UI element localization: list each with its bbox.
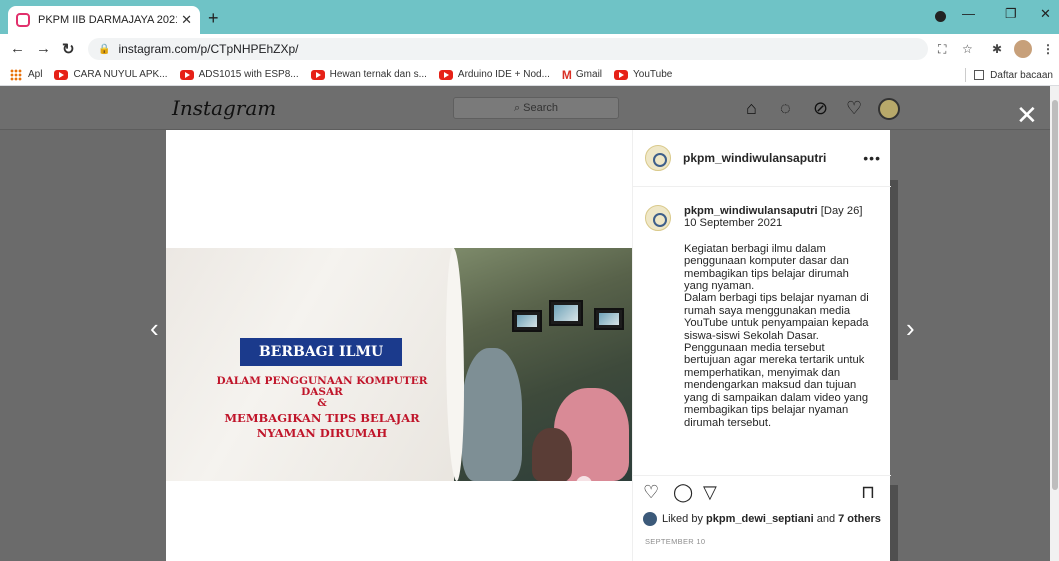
lock-icon: 🔒 <box>98 43 111 55</box>
caption-section: pkpm_windiwulansaputri [Day 26] 10 Septe… <box>633 187 891 477</box>
likes-summary[interactable]: Liked by pkpm_dewi_septiani and 7 others <box>643 512 881 526</box>
classroom-photo <box>454 248 632 481</box>
bookmark-cara-nuyul[interactable]: CARA NUYUL APK... <box>54 69 168 80</box>
chrome-profile-avatar[interactable] <box>1014 40 1032 58</box>
youtube-icon <box>54 69 69 80</box>
youtube-icon <box>310 69 325 80</box>
monitor <box>594 308 624 330</box>
close-window-icon[interactable]: ✕ <box>1040 6 1051 22</box>
post-actions: ♡ ◯ ▽ ⊓ Liked by pkpm_dewi_septiani and … <box>633 475 891 561</box>
explore-compass-icon[interactable]: ⊘ <box>813 98 828 119</box>
reading-list-icon <box>974 70 985 80</box>
liked-others[interactable]: 7 others <box>838 513 881 525</box>
next-post-icon[interactable]: › <box>906 313 915 344</box>
close-modal-icon[interactable]: ✕ <box>1016 100 1038 131</box>
messenger-icon[interactable]: ◌ <box>780 98 791 119</box>
liked-prefix: Liked by <box>662 513 703 525</box>
bookmark-arduino-ide[interactable]: Arduino IDE + Nod... <box>438 69 550 80</box>
bookmarks-bar: Apl CARA NUYUL APK... ADS1015 with ESP8.… <box>0 64 1059 86</box>
bookmark-label: Gmail <box>575 69 603 80</box>
poster-subtitle: & <box>317 397 327 409</box>
extensions-icon[interactable]: ✱ <box>992 42 1002 56</box>
caption-author-avatar[interactable] <box>645 205 671 231</box>
restore-icon[interactable]: ❐ <box>1005 6 1017 22</box>
post-image: BERBAGI ILMU DALAM PENGGUNAAN KOMPUTER D… <box>166 248 632 481</box>
reading-list[interactable]: Daftar bacaan <box>965 68 1053 82</box>
instagram-header: Instagram ⌕ Search ⌂ ◌ ⊘ ♡ <box>0 86 1050 130</box>
previous-post-icon[interactable]: ‹ <box>150 313 159 344</box>
save-bookmark-icon[interactable]: ⊓ <box>861 482 875 503</box>
poster-subtitle: MEMBAGIKAN TIPS BELAJAR <box>224 411 420 425</box>
profile-avatar[interactable] <box>878 98 900 120</box>
bookmark-youtube[interactable]: YouTube <box>614 69 672 80</box>
post-date: SEPTEMBER 10 <box>645 537 706 546</box>
author-username[interactable]: pkpm_windiwulansaputri <box>683 151 826 165</box>
bookmark-ads1015[interactable]: ADS1015 with ESP8... <box>179 69 299 80</box>
address-bar[interactable]: 🔒 instagram.com/p/CTpNHPEhZXp/ <box>88 38 928 60</box>
instagram-favicon-icon <box>16 13 30 27</box>
caption-username[interactable]: pkpm_windiwulansaputri <box>684 205 818 217</box>
caption-tag: [Day 26] <box>820 205 863 217</box>
monitor <box>549 300 583 326</box>
tab-title: PKPM IIB DARMAJAYA 2021 (@pk <box>38 14 177 26</box>
bookmark-label: ADS1015 with ESP8... <box>198 69 299 80</box>
bookmark-label: Apl <box>28 69 43 80</box>
back-icon[interactable]: ← <box>10 40 25 57</box>
person <box>532 428 572 481</box>
caption: pkpm_windiwulansaputri [Day 26] 10 Septe… <box>684 205 874 429</box>
author-avatar[interactable] <box>645 145 671 171</box>
bookmark-gmail[interactable]: M Gmail <box>562 68 602 82</box>
search-placeholder: Search <box>523 102 559 114</box>
new-tab-icon[interactable]: + <box>208 8 219 29</box>
post-details-panel: pkpm_windiwulansaputri ••• pkpm_windiwul… <box>632 130 891 561</box>
tab-strip: PKPM IIB DARMAJAYA 2021 (@pk ✕ + — ❐ ✕ <box>0 0 1059 34</box>
bookmark-label: Arduino IDE + Nod... <box>457 69 550 80</box>
bookmark-label: Hewan ternak dan s... <box>329 69 427 80</box>
monitor <box>512 310 542 332</box>
reload-icon[interactable]: ↻ <box>62 40 75 58</box>
instagram-logo[interactable]: Instagram <box>172 96 276 120</box>
feed-background <box>890 485 898 561</box>
bookmark-star-icon[interactable]: ☆ <box>962 42 973 56</box>
tab-close-icon[interactable]: ✕ <box>181 12 192 28</box>
youtube-icon <box>438 69 453 80</box>
home-icon[interactable]: ⌂ <box>746 98 757 119</box>
youtube-icon <box>179 69 194 80</box>
like-heart-icon[interactable]: ♡ <box>643 482 659 503</box>
post-header: pkpm_windiwulansaputri ••• <box>633 130 891 187</box>
poster-subtitle: NYAMAN DIRUMAH <box>256 426 388 440</box>
liked-and: and <box>816 513 836 525</box>
page-scrollbar-thumb[interactable] <box>1052 100 1058 490</box>
translate-icon[interactable]: ⛶ <box>938 42 946 57</box>
youtube-icon <box>614 69 629 80</box>
forward-icon[interactable]: → <box>36 40 51 57</box>
gmail-icon: M <box>561 67 572 82</box>
browser-tab-active[interactable]: PKPM IIB DARMAJAYA 2021 (@pk ✕ <box>8 6 200 34</box>
liker-avatar <box>643 512 657 526</box>
caption-body: Kegiatan berbagi ilmu dalam penggunaan k… <box>684 242 869 429</box>
search-input[interactable]: ⌕ Search <box>453 97 619 119</box>
profile-indicator-icon[interactable] <box>935 11 946 22</box>
bookmark-label: CARA NUYUL APK... <box>73 69 168 80</box>
divider <box>965 68 967 82</box>
comment-icon[interactable]: ◯ <box>673 482 693 503</box>
share-icon[interactable]: ▽ <box>703 482 717 503</box>
chrome-menu-icon[interactable]: ⋮ <box>1042 42 1054 56</box>
more-options-icon[interactable]: ••• <box>863 150 881 166</box>
activity-heart-icon[interactable]: ♡ <box>846 98 862 119</box>
caption-date: 10 September 2021 <box>684 217 783 230</box>
url-text: instagram.com/p/CTpNHPEhZXp/ <box>118 42 299 56</box>
apps-icon <box>10 68 22 81</box>
search-icon: ⌕ <box>513 102 524 114</box>
reading-list-label: Daftar bacaan <box>990 69 1053 81</box>
bookmark-apps[interactable]: Apl <box>0 68 43 81</box>
post-media[interactable]: BERBAGI ILMU DALAM PENGGUNAAN KOMPUTER D… <box>166 130 632 561</box>
feed-background <box>890 180 898 380</box>
poster-title-badge: BERBAGI ILMU <box>240 338 402 366</box>
bookmark-label: YouTube <box>633 69 673 80</box>
bookmark-hewan-ternak[interactable]: Hewan ternak dan s... <box>310 69 427 80</box>
browser-toolbar: ← → ↻ 🔒 instagram.com/p/CTpNHPEhZXp/ ⛶ ☆… <box>0 34 1059 64</box>
liked-user[interactable]: pkpm_dewi_septiani <box>706 513 814 525</box>
minimize-icon[interactable]: — <box>962 6 975 21</box>
